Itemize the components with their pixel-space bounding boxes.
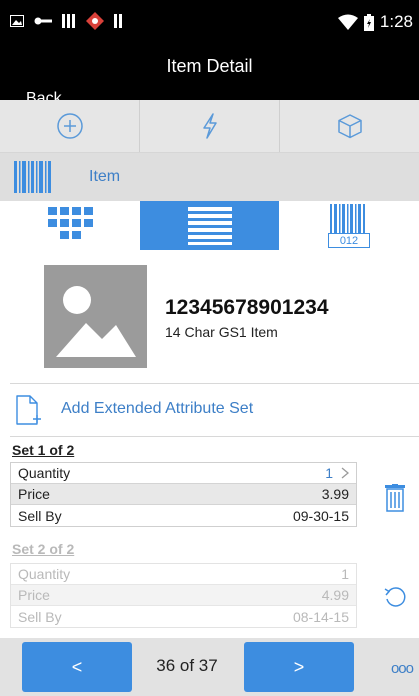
lightning-icon	[202, 113, 217, 139]
next-button[interactable]: >	[244, 642, 354, 692]
set-1-price-row: Price 3.99	[11, 484, 356, 505]
row-value: 3.99	[321, 486, 349, 502]
image-icon	[10, 15, 24, 27]
add-extended-attribute-label: Add Extended Attribute Set	[61, 400, 254, 417]
barcode-view-icon: 012	[328, 203, 371, 248]
item-header-label: Item	[89, 168, 121, 185]
row-value: 09-30-15	[292, 507, 349, 524]
page-indicator: 36 of 37	[156, 656, 218, 675]
add-document-icon	[16, 395, 41, 425]
tab-list-view[interactable]	[139, 201, 280, 250]
list-view-icon	[187, 206, 232, 245]
page-title: Item Detail	[166, 56, 253, 76]
package-button[interactable]	[280, 100, 419, 152]
row-label: Quantity	[18, 566, 71, 582]
set-1-sell-by-row: Sell By 09-30-15	[11, 505, 356, 526]
barcode-icon	[14, 161, 51, 193]
row-value: 1	[341, 566, 349, 582]
item-header-row[interactable]: Item	[0, 153, 419, 201]
key-icon	[34, 17, 52, 25]
add-button[interactable]	[0, 100, 140, 152]
plus-circle-icon	[56, 113, 83, 139]
row-value: 1	[325, 465, 333, 481]
divider	[10, 383, 419, 384]
set-2-price-row: Price 4.99	[11, 585, 356, 606]
nav-bar: Item Detail	[0, 48, 419, 100]
add-extended-attribute-button[interactable]: Add Extended Attribute Set	[15, 395, 419, 435]
status-time: 1:28	[379, 12, 413, 31]
row-label: Price	[18, 587, 50, 603]
row-label: Sell By	[18, 608, 62, 625]
set-1-quantity-row[interactable]: Quantity 1	[11, 463, 356, 484]
item-thumbnail	[44, 265, 147, 368]
chevron-right-icon	[341, 467, 349, 479]
alert-diamond-icon	[86, 12, 104, 30]
set-2-quantity-row: Quantity 1	[11, 564, 356, 585]
undo-icon[interactable]	[383, 585, 407, 609]
row-value: 4.99	[321, 587, 349, 603]
view-tabs: 012	[0, 201, 419, 250]
set-2-table: Quantity 1 Price 4.99 Sell By 08-14-15	[10, 563, 357, 628]
bars-icon	[62, 14, 75, 28]
wifi-icon	[337, 14, 358, 30]
action-toolbar	[0, 100, 419, 153]
quick-action-button[interactable]	[140, 100, 280, 152]
trash-icon[interactable]	[385, 484, 405, 512]
grid-view-icon	[47, 206, 93, 239]
status-bar: 1:28	[0, 0, 419, 48]
more-button[interactable]: ooo	[391, 660, 414, 677]
tab-barcode-view[interactable]: 012	[279, 201, 419, 250]
barcode-tab-text: 012	[340, 235, 358, 247]
cube-icon	[337, 114, 362, 139]
item-number: 12345678901234	[165, 296, 329, 319]
set-1-title: Set 1 of 2	[12, 442, 75, 458]
bars-icon	[114, 14, 122, 28]
row-label: Sell By	[18, 507, 62, 524]
row-value: 08-14-15	[292, 608, 349, 625]
item-description: 14 Char GS1 Item	[165, 324, 278, 340]
image-placeholder-icon	[56, 286, 136, 357]
battery-icon	[363, 13, 374, 31]
set-2-title: Set 2 of 2	[12, 541, 75, 557]
tab-grid-view[interactable]	[0, 201, 140, 250]
divider	[10, 436, 419, 437]
row-label: Quantity	[18, 465, 71, 481]
row-label: Price	[18, 486, 50, 502]
previous-button[interactable]: <	[22, 642, 132, 692]
footer-bar: < 36 of 37 > ooo	[0, 638, 419, 696]
set-2-sell-by-row: Sell By 08-14-15	[11, 606, 356, 627]
set-1-table: Quantity 1 Price 3.99 Sell By 09-30-15	[10, 462, 357, 527]
